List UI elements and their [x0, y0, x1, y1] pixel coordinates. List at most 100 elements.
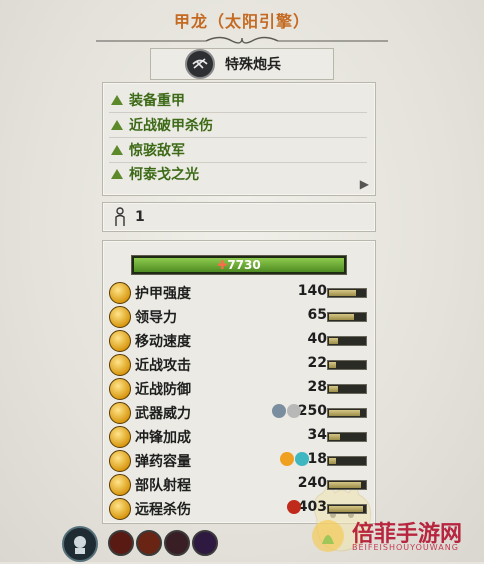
abilities-list: 装备重甲 近战破甲杀伤 惊骇敌军 柯泰戈之光 ▶ — [102, 82, 376, 196]
ability-label: 柯泰戈之光 — [129, 167, 199, 183]
stat-name: 近战攻击 — [135, 358, 191, 374]
stat-bar — [327, 432, 367, 442]
green-triangle-icon — [111, 120, 123, 130]
melee-defence-icon — [109, 378, 131, 400]
stat-name: 近战防御 — [135, 382, 191, 398]
purple-skull-icon[interactable] — [192, 530, 218, 556]
magical-attack-icon[interactable] — [295, 452, 309, 466]
stat-name: 武器威力 — [135, 406, 191, 422]
stat-bar-fill — [329, 434, 340, 440]
unit-members-row: 1 — [102, 202, 376, 232]
stat-bar — [327, 360, 367, 370]
stat-name: 领导力 — [135, 310, 177, 326]
stat-row[interactable]: 领导力 65 — [109, 305, 371, 328]
missile-damage-icon — [109, 498, 131, 520]
bottom-icon-bar — [62, 522, 242, 562]
stat-bar — [327, 312, 367, 322]
health-bar: ✚7730 — [131, 255, 347, 275]
weapon-strength-icon — [109, 402, 131, 424]
red-archway-icon[interactable] — [136, 530, 162, 556]
stat-name: 冲锋加成 — [135, 430, 191, 446]
unit-title: 甲龙（太阳引擎） — [173, 12, 310, 31]
stat-bar — [327, 456, 367, 466]
stat-value: 22 — [307, 355, 327, 371]
pink-skull-icon[interactable] — [164, 530, 190, 556]
site-watermark: 倍菲手游网 BEIFEISHOUYOUWANG — [308, 516, 478, 556]
member-count: 1 — [135, 209, 145, 225]
artillery-icon — [185, 49, 215, 79]
range-icon — [109, 474, 131, 496]
title-ornament — [96, 36, 388, 44]
stat-name: 护甲强度 — [135, 286, 191, 302]
stat-row[interactable]: 移动速度 40 — [109, 329, 371, 352]
stat-row[interactable]: 弹药容量 18 — [109, 449, 371, 472]
leadership-icon — [109, 306, 131, 328]
stat-row[interactable]: 近战攻击 22 — [109, 353, 371, 376]
stat-value: 40 — [307, 331, 327, 347]
person-icon — [115, 207, 125, 226]
stat-row[interactable]: 部队射程 240 — [109, 473, 371, 496]
red-skull-icon[interactable] — [108, 530, 134, 556]
charge-icon — [109, 426, 131, 448]
stat-modifiers — [287, 500, 301, 514]
stat-bar — [327, 384, 367, 394]
green-triangle-icon — [111, 95, 123, 105]
melee-attack-icon — [109, 354, 131, 376]
watermark-logo — [312, 520, 344, 552]
stat-modifiers — [280, 452, 309, 466]
armour-piercing-icon[interactable] — [287, 404, 301, 418]
divider — [109, 137, 367, 138]
stat-bar — [327, 336, 367, 346]
ability-item[interactable]: 惊骇敌军 — [111, 139, 185, 161]
stat-bar-fill — [329, 362, 336, 368]
stat-row[interactable]: 护甲强度 140 — [109, 281, 371, 304]
stat-bar-fill — [329, 290, 356, 296]
health-plus-icon: ✚ — [217, 258, 228, 272]
stat-bar-fill — [329, 386, 338, 392]
ability-label: 惊骇敌军 — [129, 143, 185, 159]
explosive-icon[interactable] — [287, 500, 301, 514]
divider — [109, 112, 367, 113]
ability-label: 近战破甲杀伤 — [129, 118, 213, 134]
stat-name: 远程杀伤 — [135, 502, 191, 518]
stat-value: 403 — [297, 499, 327, 515]
fire-damage-icon[interactable] — [280, 452, 294, 466]
unit-card-icon[interactable] — [62, 526, 98, 562]
stat-modifiers — [272, 404, 301, 418]
armor-icon — [109, 282, 131, 304]
stats-panel: ✚7730 护甲强度 140 领导力 65 移动速度 40 近战攻击 22 近战防御 28 武器威力… — [102, 240, 376, 552]
stat-value: 240 — [297, 475, 327, 491]
stat-value: 18 — [307, 451, 327, 467]
ability-item[interactable]: 柯泰戈之光 — [111, 163, 199, 185]
stat-bar — [327, 288, 367, 298]
ammunition-icon — [109, 450, 131, 472]
bonus-vs-large-icon[interactable] — [272, 404, 286, 418]
health-number: 7730 — [227, 258, 261, 272]
unit-type-label: 特殊炮兵 — [225, 57, 281, 73]
health-value: ✚7730 — [132, 256, 346, 274]
stat-value: 28 — [307, 379, 327, 395]
ability-item[interactable]: 装备重甲 — [111, 89, 185, 111]
stat-bar-fill — [329, 338, 338, 344]
stat-row[interactable]: 近战防御 28 — [109, 377, 371, 400]
unit-type-badge[interactable]: 特殊炮兵 — [150, 48, 334, 80]
stat-value: 65 — [307, 307, 327, 323]
green-triangle-icon — [111, 145, 123, 155]
speed-icon — [109, 330, 131, 352]
ability-item[interactable]: 近战破甲杀伤 — [111, 114, 213, 136]
stat-bar-fill — [329, 314, 354, 320]
watermark-subtext: BEIFEISHOUYOUWANG — [352, 543, 459, 552]
green-triangle-icon — [111, 169, 123, 179]
stat-value: 34 — [307, 427, 327, 443]
stat-bar — [327, 504, 367, 514]
stat-name: 移动速度 — [135, 334, 191, 350]
stat-value: 250 — [297, 403, 327, 419]
expand-arrow-icon[interactable]: ▶ — [360, 177, 369, 191]
stat-row[interactable]: 武器威力 250 — [109, 401, 371, 424]
stat-bar-fill — [329, 506, 363, 512]
ability-label: 装备重甲 — [129, 93, 185, 109]
stat-bar-fill — [329, 410, 360, 416]
unit-info-panel: 甲龙（太阳引擎） 特殊炮兵 装备重甲 近战破甲杀伤 惊骇敌军 柯泰戈之光 ▶ 1… — [0, 0, 484, 562]
stat-row[interactable]: 冲锋加成 34 — [109, 425, 371, 448]
stat-bar — [327, 408, 367, 418]
